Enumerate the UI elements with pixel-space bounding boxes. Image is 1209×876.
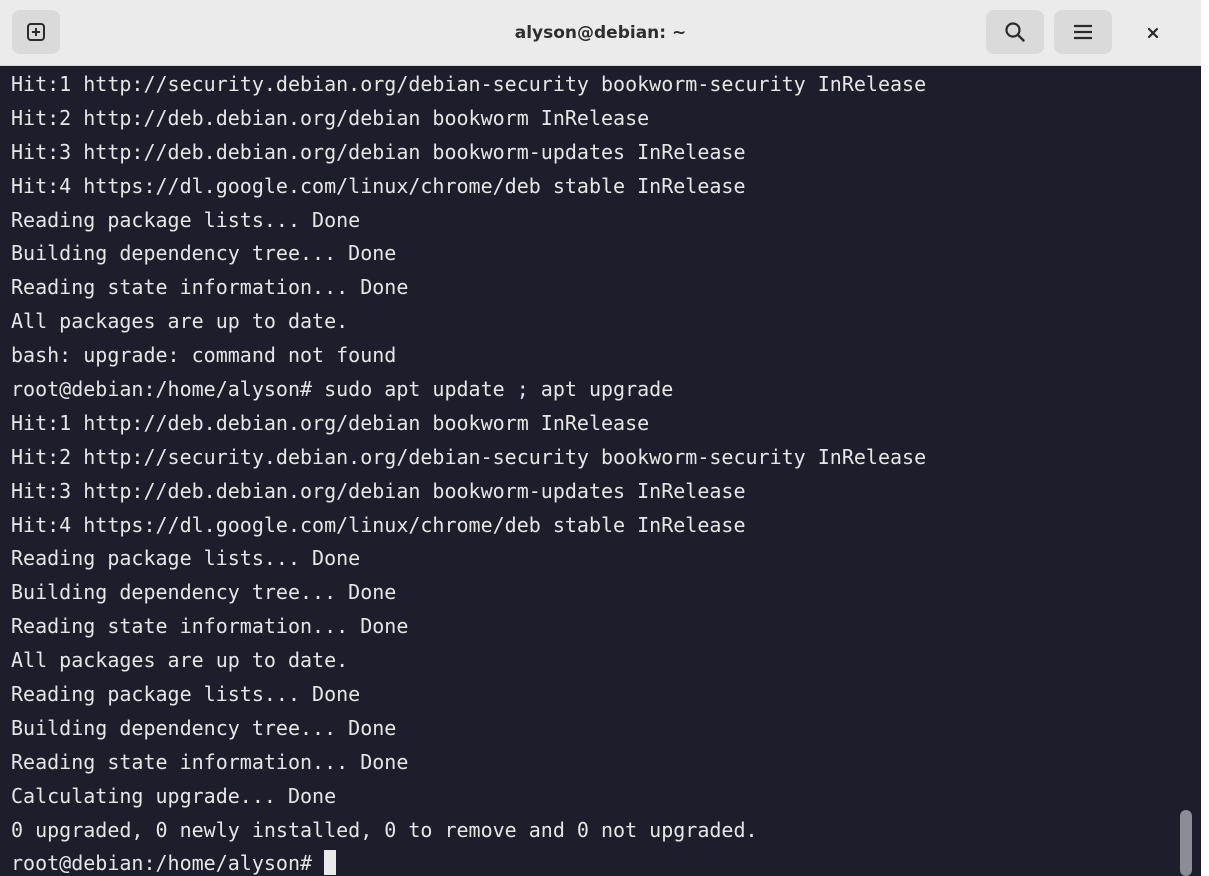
close-button[interactable]: [1138, 18, 1168, 48]
terminal-line: All packages are up to date.: [11, 309, 349, 334]
terminal-line: root@debian:/home/alyson# sudo apt updat…: [11, 377, 674, 402]
terminal-line: Hit:2 http://deb.debian.org/debian bookw…: [11, 105, 650, 130]
terminal-line: Hit:1 http://deb.debian.org/debian bookw…: [11, 410, 650, 435]
search-icon: [1005, 22, 1025, 42]
terminal-line: Hit:4 https://dl.google.com/linux/chrome…: [11, 512, 746, 537]
terminal-line: Hit:2 http://security.debian.org/debian-…: [11, 444, 927, 469]
terminal-line: Hit:3 http://deb.debian.org/debian bookw…: [11, 478, 746, 503]
terminal-window: alyson@debian: ~ Hit:1 http://security.d…: [0, 0, 1209, 876]
terminal-line: Hit:4 https://dl.google.com/linux/chrome…: [11, 173, 746, 198]
terminal-line: 0 upgraded, 0 newly installed, 0 to remo…: [11, 817, 758, 842]
terminal-line: Reading state information... Done: [11, 275, 409, 300]
terminal-line: Hit:1 http://security.debian.org/debian-…: [11, 72, 927, 96]
terminal-line: Reading state information... Done: [11, 749, 409, 774]
terminal-output[interactable]: Hit:1 http://security.debian.org/debian-…: [0, 66, 1172, 876]
terminal-line: Building dependency tree... Done: [11, 715, 397, 740]
search-button[interactable]: [986, 10, 1044, 54]
text-cursor: [324, 850, 337, 876]
menu-button[interactable]: [1054, 10, 1112, 54]
new-tab-button[interactable]: [12, 10, 60, 54]
prompt-line[interactable]: root@debian:/home/alyson#: [11, 847, 1172, 876]
terminal-line: Building dependency tree... Done: [11, 241, 397, 266]
shell-prompt: root@debian:/home/alyson#: [11, 851, 325, 876]
hamburger-menu-icon: [1074, 24, 1092, 40]
terminal-line: Reading package lists... Done: [11, 207, 361, 232]
terminal-line: Hit:3 http://deb.debian.org/debian bookw…: [11, 139, 746, 164]
window-edge: [1201, 0, 1209, 876]
header-bar: alyson@debian: ~: [0, 0, 1201, 66]
terminal-line: Reading state information... Done: [11, 614, 409, 639]
scrollbar-track[interactable]: [1172, 66, 1201, 876]
terminal-line: Building dependency tree... Done: [11, 580, 397, 605]
terminal-line: All packages are up to date.: [11, 648, 349, 673]
terminal-line: bash: upgrade: command not found: [11, 343, 397, 368]
plus-square-icon: [27, 23, 45, 41]
terminal-line: Calculating upgrade... Done: [11, 783, 337, 808]
scrollbar-thumb[interactable]: [1180, 810, 1192, 876]
terminal-line: Reading package lists... Done: [11, 682, 361, 707]
terminal-line: Reading package lists... Done: [11, 546, 361, 571]
close-icon: [1147, 27, 1159, 39]
